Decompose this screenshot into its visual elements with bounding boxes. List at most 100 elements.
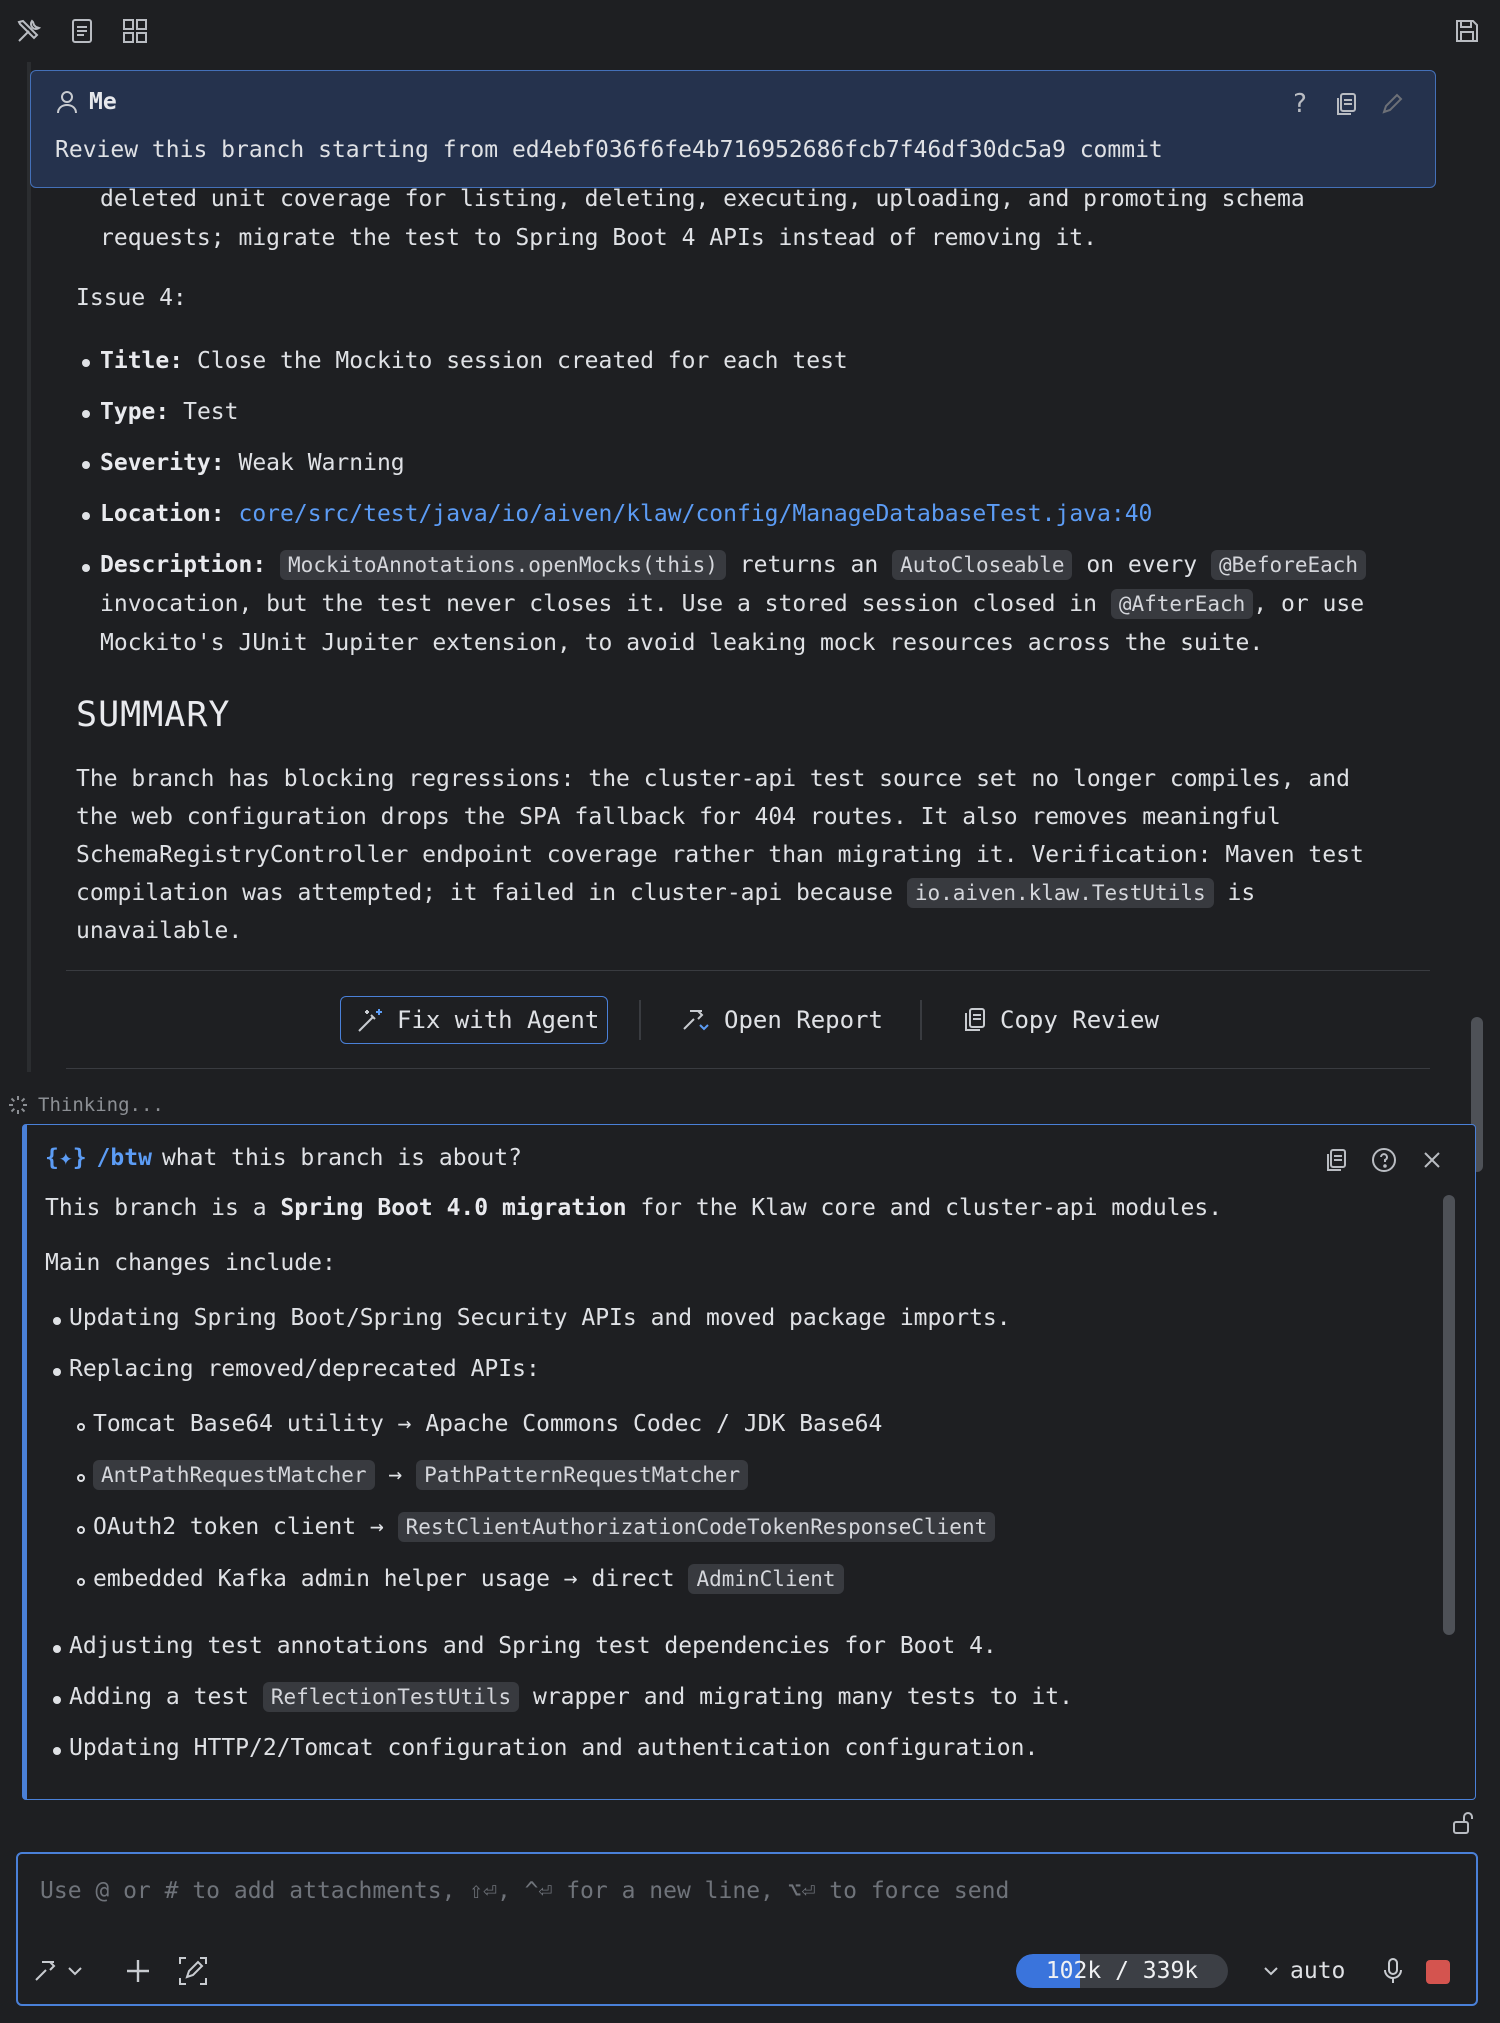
report-icon [683,1010,709,1031]
btw-question: what this branch is about? [161,1145,522,1171]
plus-icon [127,1960,149,1982]
bullet [53,1645,61,1653]
grid-icon[interactable] [120,16,150,46]
field-label: Title: [100,348,184,374]
field-label: Severity: [100,450,225,476]
copy-review-button[interactable]: Copy Review [962,996,1159,1044]
sub-bullet [77,1423,85,1431]
summary-text: is [1227,880,1256,906]
copy-icon[interactable] [1331,89,1361,119]
btw-command: /btw [96,1145,152,1171]
sub-list-item: Tomcat Base64 utility → Apache Commons C… [93,1411,883,1437]
context-usage-meter: 102k / 339k [1016,1954,1228,1988]
description-text: on every [1086,552,1198,578]
tools-icon[interactable] [14,16,44,46]
fix-with-agent-button[interactable]: Fix with Agent [340,996,608,1044]
user-message-card: Me ? Review this branch starting from ed… [30,70,1436,188]
issue-title: Close the Mockito session created for ea… [196,348,848,374]
bullet [82,564,90,572]
button-label: Fix with Agent [397,1006,600,1034]
inline-code: @AfterEach [1110,589,1254,619]
chat-input-box[interactable]: Use @ or # to add attachments, ⇧⏎, ^⏎ fo… [16,1852,1478,2006]
mode-selector[interactable] [32,1954,84,1988]
answer-text: Main changes include: [45,1250,336,1276]
answer-text: for the Klaw core and cluster-api module… [640,1195,1223,1221]
microphone-icon [1384,1958,1402,1983]
summary-text: SchemaRegistryController endpoint covera… [76,842,1364,868]
answer-emphasis: Spring Boot 4.0 migration [280,1195,627,1221]
user-message-text: Review this branch starting from ed4ebf0… [55,137,1163,163]
help-circle-icon[interactable] [1369,1145,1399,1175]
sub-list-item: OAuth2 token client → RestClientAuthoriz… [93,1512,996,1542]
inline-code: AdminClient [688,1564,844,1594]
summary-text: The branch has blocking regressions: the… [76,766,1350,792]
separator [920,1000,922,1040]
bullet [82,461,90,469]
ai-braces-icon: {✦} [45,1145,87,1171]
description-text: , or use [1253,591,1365,617]
summary-heading: SUMMARY [76,695,231,735]
sub-list-item: AntPathRequestMatcher → PathPatternReque… [93,1460,749,1490]
list-item: Updating HTTP/2/Tomcat configuration and… [69,1735,1039,1761]
review-text: requests; migrate the test to Spring Boo… [100,225,1097,251]
bullet [82,512,90,520]
btw-header: {✦} /btw what this branch is about? [45,1145,522,1171]
screenshot-edit-icon [179,1957,207,1985]
inline-code: MockitoAnnotations.openMocks(this) [280,550,726,580]
sub-bullet [77,1578,85,1586]
btw-panel: {✦} /btw what this branch is about? This… [22,1124,1476,1800]
issue-type: Test [183,399,239,425]
magic-wand-icon [358,1009,382,1032]
answer-text: Adding a test [69,1684,250,1710]
description-text: returns an [739,552,879,578]
answer-text: wrapper and migrating many tests to it. [532,1684,1073,1710]
thinking-text: Thinking... [38,1094,164,1116]
save-icon[interactable] [1452,16,1482,46]
microphone-button[interactable] [1380,1954,1406,1988]
unlock-icon[interactable] [1450,1810,1478,1838]
sub-bullet [77,1474,85,1482]
bullet [82,359,90,367]
inline-code: io.aiven.klaw.TestUtils [906,878,1214,908]
inline-code: RestClientAuthorizationCodeTokenResponse… [397,1512,996,1542]
field-label: Type: [100,399,170,425]
thinking-status: Thinking... [8,1094,164,1116]
stop-button[interactable] [1426,1960,1450,1984]
inline-code: AutoCloseable [892,550,1073,580]
message-author: Me [55,89,117,115]
copy-icon[interactable] [1321,1145,1351,1175]
chevron-down-icon [68,1967,82,1976]
issue-severity: Weak Warning [238,450,405,476]
open-report-button[interactable]: Open Report [680,996,883,1044]
close-icon[interactable] [1417,1145,1447,1175]
summary-text: unavailable. [76,918,243,944]
button-label: Open Report [724,1006,883,1034]
screenshot-button[interactable] [176,1954,210,1988]
sub-list-item: embedded Kafka admin helper usage → dire… [93,1564,844,1594]
copy-icon [965,1008,985,1031]
description-text: invocation, but the test never closes it… [100,591,1097,617]
author-name: Me [89,89,117,115]
inline-code: @BeforeEach [1210,550,1367,580]
document-icon[interactable] [67,16,97,46]
bullet [53,1317,61,1325]
btw-answer: This branch is a Spring Boot 4.0 migrati… [45,1195,1445,1795]
list-item: Adjusting test annotations and Spring te… [69,1633,997,1659]
message-rail [27,62,31,1072]
location-link[interactable]: core/src/test/java/io/aiven/klaw/config/… [238,501,1152,527]
field-label: Location: [100,501,225,527]
top-toolbar [0,0,1500,62]
chat-input-placeholder[interactable]: Use @ or # to add attachments, ⇧⏎, ^⏎ fo… [40,1878,1009,1904]
list-item: Updating Spring Boot/Spring Security API… [69,1305,1011,1331]
sub-bullet [77,1526,85,1534]
user-icon [57,91,77,114]
description-text: Mockito's JUnit Jupiter extension, to av… [100,630,1264,656]
add-attachment-button[interactable] [124,1954,152,1988]
edit-icon[interactable] [1377,89,1407,119]
field-label: Description: [100,552,267,578]
help-icon[interactable]: ? [1285,89,1315,119]
divider [66,1068,1430,1069]
bullet [53,1368,61,1376]
model-selector[interactable]: auto [1262,1954,1345,1988]
answer-text: OAuth2 token client → [93,1514,384,1540]
